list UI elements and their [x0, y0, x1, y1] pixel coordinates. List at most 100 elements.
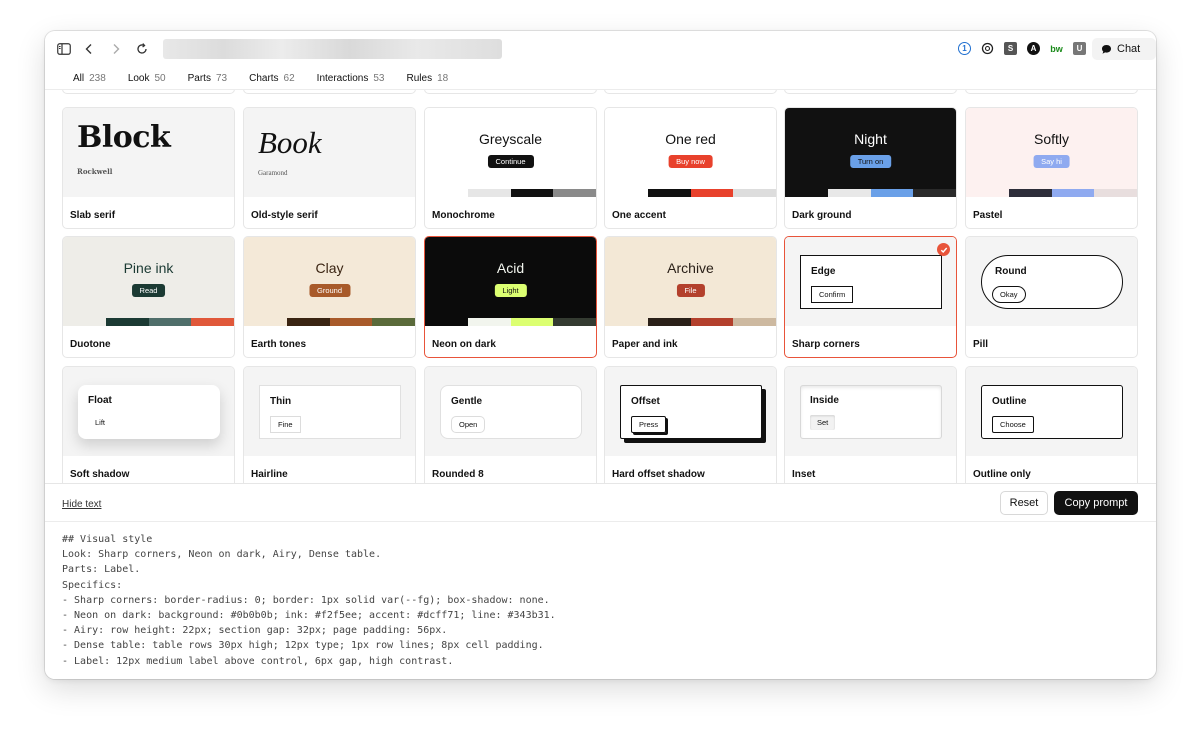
sidebar-toggle-icon[interactable]: [55, 40, 73, 58]
partial-card: [62, 90, 235, 94]
card-hard-offset-shadow[interactable]: Offset Press Hard offset shadow: [604, 366, 777, 483]
card-pastel[interactable]: Softly Say hi Pastel: [965, 107, 1138, 229]
back-icon[interactable]: [80, 40, 98, 58]
card-preview: Outline Choose: [966, 367, 1137, 456]
card-soft-shadow[interactable]: Float Lift Soft shadow: [62, 366, 235, 483]
u-extension-icon[interactable]: U: [1073, 42, 1086, 55]
palette-swatch: [553, 318, 596, 326]
palette-swatch: [690, 318, 734, 326]
hairline-sample-button: Fine: [270, 416, 301, 433]
palette-swatch: [148, 318, 192, 326]
palette-strip: [63, 318, 234, 326]
palette-swatch: [1008, 189, 1052, 197]
card-pill[interactable]: Round Okay Pill: [965, 236, 1138, 358]
card-label: Hairline: [251, 469, 288, 480]
card-preview: One red Buy now: [605, 108, 776, 197]
card-paper-and-ink[interactable]: Archive File Paper and ink: [604, 236, 777, 358]
card-preview: Float Lift: [63, 367, 234, 456]
tab-interactions[interactable]: Interactions 53: [306, 67, 396, 89]
card-preview: Archive File: [605, 237, 776, 326]
card-preview: Book Garamond: [244, 108, 415, 197]
outline-sample-title: Outline: [992, 396, 1027, 407]
copy-prompt-button[interactable]: Copy prompt: [1054, 491, 1138, 515]
palette-swatch: [105, 318, 149, 326]
soft-shadow-sample-box: Float Lift: [78, 385, 220, 439]
selected-check-icon: [937, 243, 950, 256]
card-label: Hard offset shadow: [612, 469, 705, 480]
card-old-style-serif[interactable]: Book Garamond Old-style serif: [243, 107, 416, 229]
card-preview: Gentle Open: [425, 367, 596, 456]
theme-hero-text: One red: [665, 131, 716, 147]
theme-sample-button: Turn on: [849, 155, 892, 168]
card-label: Slab serif: [70, 210, 116, 221]
rounded-sample-box: Gentle Open: [440, 385, 582, 439]
rounded-sample-title: Gentle: [451, 396, 483, 407]
partial-card: [604, 90, 777, 94]
address-bar[interactable]: [163, 39, 502, 59]
card-slab-serif[interactable]: Block Rockwell Slab serif: [62, 107, 235, 229]
palette-swatch: [913, 189, 956, 197]
palette-swatch: [372, 318, 415, 326]
card-neon-on-dark[interactable]: Acid Light Neon on dark: [424, 236, 597, 358]
partial-card: [965, 90, 1138, 94]
card-dark-ground[interactable]: Night Turn on Dark ground: [784, 107, 957, 229]
book-hero-text: Book: [258, 125, 322, 160]
card-monochrome[interactable]: Greyscale Continue Monochrome: [424, 107, 597, 229]
card-label: Old-style serif: [251, 210, 318, 221]
action-bar: Hide text Reset Copy prompt: [45, 483, 1156, 521]
palette-swatch: [647, 318, 691, 326]
hide-text-link[interactable]: Hide text: [62, 499, 101, 510]
palette-swatch: [827, 189, 871, 197]
card-rounded-8[interactable]: Gentle Open Rounded 8: [424, 366, 597, 483]
book-font-name: Garamond: [258, 169, 288, 177]
partial-card: [784, 90, 957, 94]
tab-look[interactable]: Look 50: [117, 67, 177, 89]
card-earth-tones[interactable]: Clay Ground Earth tones: [243, 236, 416, 358]
reset-button[interactable]: Reset: [1000, 491, 1048, 515]
card-inset[interactable]: Inside Set Inset: [784, 366, 957, 483]
card-preview: Acid Light: [425, 237, 596, 326]
pill-sample-button: Okay: [992, 286, 1026, 303]
openai-extension-icon[interactable]: [981, 42, 994, 55]
card-label: One accent: [612, 210, 666, 221]
card-preview: Offset Press: [605, 367, 776, 456]
card-sharp-corners[interactable]: Edge Confirm Sharp corners: [784, 236, 957, 358]
palette-strip: [425, 189, 596, 197]
card-hairline[interactable]: Thin Fine Hairline: [243, 366, 416, 483]
card-preview: Clay Ground: [244, 237, 415, 326]
palette-swatch: [244, 318, 287, 326]
prompt-text[interactable]: ## Visual style Look: Sharp corners, Neo…: [62, 532, 556, 669]
palette-swatch: [785, 189, 828, 197]
soft-shadow-sample-title: Float: [88, 395, 112, 406]
card-duotone[interactable]: Pine ink Read Duotone: [62, 236, 235, 358]
category-tabs: All 238 Look 50 Parts 73 Charts 62 Interacti…: [62, 67, 460, 90]
theme-hero-text: Softly: [1033, 131, 1069, 147]
theme-sample-button: Continue: [487, 155, 534, 168]
palette-swatch: [467, 189, 511, 197]
forward-icon[interactable]: [107, 40, 125, 58]
palette-swatch: [1051, 189, 1095, 197]
card-preview: Thin Fine: [244, 367, 415, 456]
card-outline-only[interactable]: Outline Choose Outline only: [965, 366, 1138, 483]
palette-swatch: [605, 318, 648, 326]
tab-parts[interactable]: Parts 73: [177, 67, 238, 89]
theme-sample-button: Light: [494, 284, 527, 297]
theme-hero-text: Night: [854, 131, 887, 147]
s-extension-icon[interactable]: S: [1004, 42, 1017, 55]
tab-charts[interactable]: Charts 62: [238, 67, 306, 89]
tab-rules[interactable]: Rules 18: [396, 67, 460, 89]
offset-sample-title: Offset: [631, 396, 660, 407]
bw-extension-icon[interactable]: bw: [1049, 42, 1064, 55]
tab-all[interactable]: All 238: [62, 67, 117, 90]
card-one-accent[interactable]: One red Buy now One accent: [604, 107, 777, 229]
chat-button[interactable]: Chat: [1092, 38, 1156, 60]
password-extension-icon[interactable]: 1: [958, 42, 971, 55]
sharp-sample-title: Edge: [811, 266, 836, 277]
card-label: Soft shadow: [70, 469, 130, 480]
a-extension-icon[interactable]: A: [1027, 42, 1040, 55]
partial-card: [243, 90, 416, 94]
palette-strip: [244, 318, 415, 326]
palette-swatch: [733, 318, 776, 326]
reload-icon[interactable]: [133, 40, 151, 58]
palette-swatch: [286, 318, 330, 326]
